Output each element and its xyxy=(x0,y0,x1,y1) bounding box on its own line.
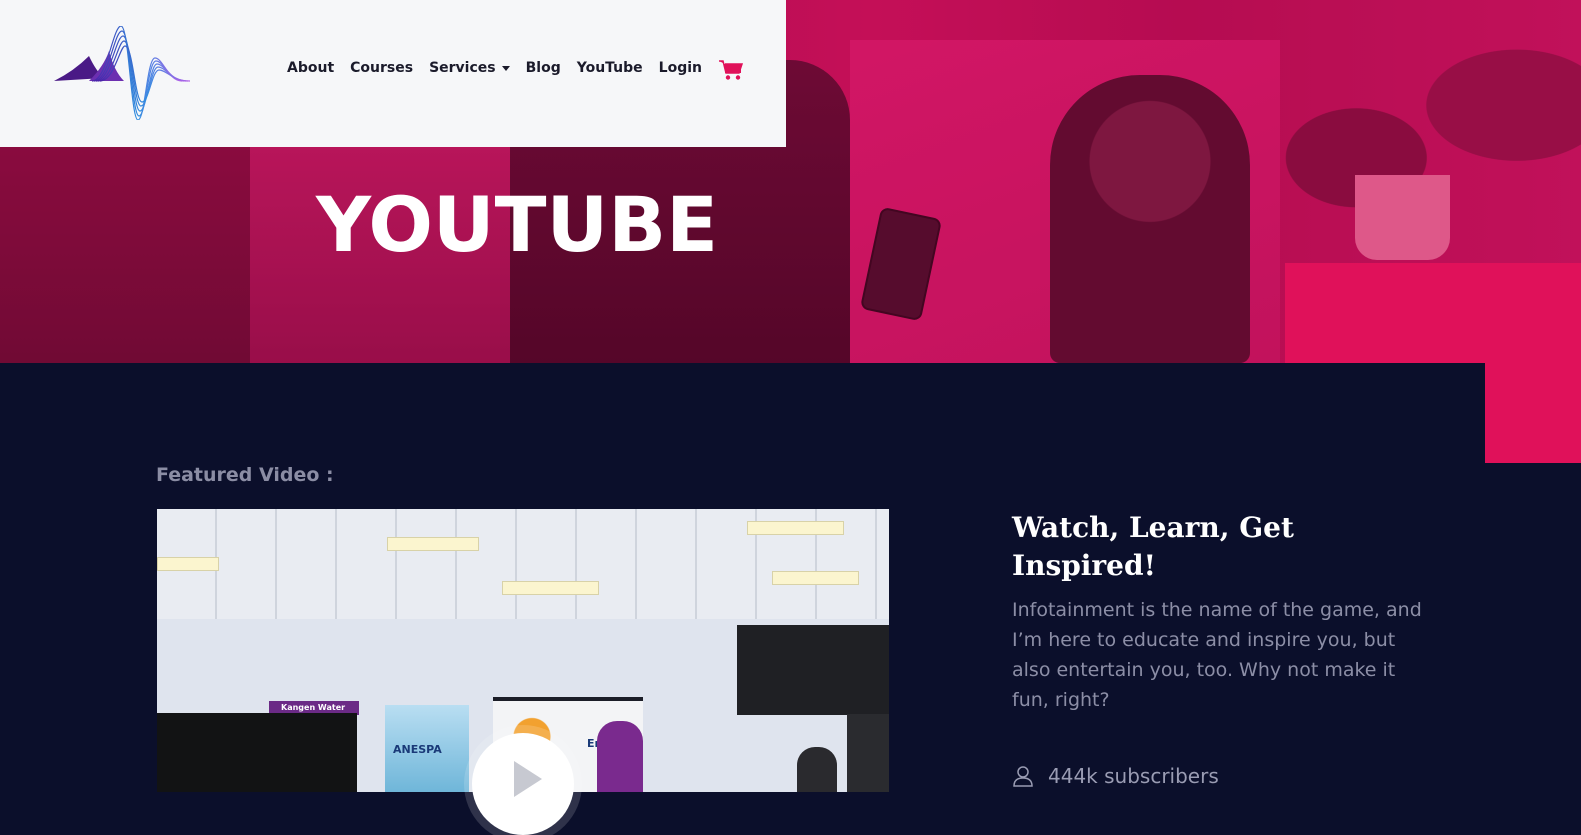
nav-services[interactable]: Services xyxy=(429,60,510,76)
ceiling-light xyxy=(772,571,859,585)
banner-text: ANESPA xyxy=(393,743,442,756)
subscriber-text: 444k subscribers xyxy=(1048,764,1219,788)
nav-label: Blog xyxy=(525,60,561,76)
site-header: About Courses Services Blog YouTube Logi… xyxy=(0,0,786,147)
featured-video-label: Featured Video : xyxy=(156,464,334,486)
ceiling-light xyxy=(747,521,844,535)
nav-label: Login xyxy=(658,60,702,76)
subscriber-count: 444k subscribers xyxy=(1012,764,1219,788)
play-button[interactable] xyxy=(472,733,574,835)
video-person xyxy=(597,721,643,792)
section-heading: Watch, Learn, Get Inspired! xyxy=(1012,511,1294,582)
nav-label: About xyxy=(287,60,335,76)
main-nav: About Courses Services Blog YouTube Logi… xyxy=(287,60,702,76)
accent-block xyxy=(1285,263,1581,363)
nav-blog[interactable]: Blog xyxy=(526,60,561,76)
nav-login[interactable]: Login xyxy=(659,60,702,76)
video-speaker xyxy=(847,714,889,792)
video-tv xyxy=(737,625,889,715)
nav-courses[interactable]: Courses xyxy=(350,60,413,76)
nav-label: Courses xyxy=(350,60,414,76)
nav-youtube[interactable]: YouTube xyxy=(577,60,643,76)
video-person xyxy=(797,747,837,792)
page-title: YOUTUBE xyxy=(316,180,719,269)
video-screen xyxy=(157,713,357,792)
shopping-cart-icon[interactable] xyxy=(719,59,744,81)
nav-label: YouTube xyxy=(576,60,643,76)
section-description: Infotainment is the name of the game, an… xyxy=(1012,599,1422,711)
soundwave-logo-icon[interactable] xyxy=(34,25,216,121)
nav-about[interactable]: About xyxy=(287,60,334,76)
ceiling-light xyxy=(387,537,479,551)
nav-label: Services xyxy=(429,60,496,76)
caret-down-icon xyxy=(501,65,510,71)
accent-block xyxy=(1485,363,1581,463)
banner-text: Kangen Water xyxy=(281,703,346,712)
ceiling-light xyxy=(502,581,599,595)
ceiling-light xyxy=(157,557,219,571)
user-icon xyxy=(1013,766,1033,787)
